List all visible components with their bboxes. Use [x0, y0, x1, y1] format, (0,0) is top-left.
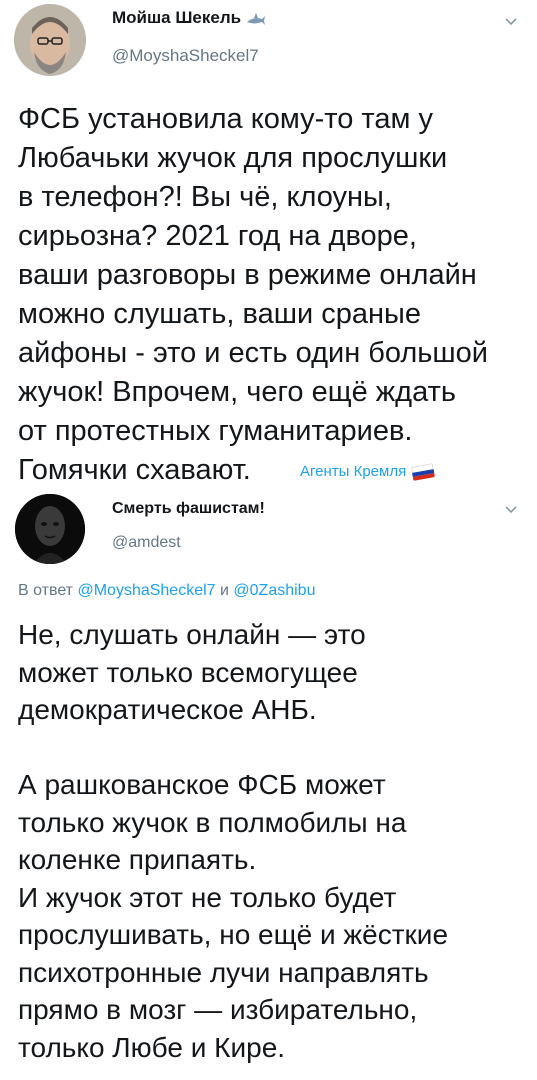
reply-context: В ответ @MoyshaSheckel7 и @0Zashibu — [18, 582, 315, 600]
chevron-down-icon[interactable] — [503, 502, 519, 518]
avatar[interactable] — [14, 4, 86, 76]
reply-user-link[interactable]: @0Zashibu — [233, 582, 315, 599]
russia-flag-icon — [411, 462, 436, 481]
tweet-text: ФСБ установила кому-то там у Любачьки жу… — [18, 103, 488, 486]
avatar-photo — [14, 4, 86, 76]
tweet-main: Мойша Шекель @MoyshaSheckel7 ФСБ установ… — [0, 0, 537, 486]
tweet-reply: Смерть фашистам! @amdest В ответ @Moysha… — [0, 486, 537, 1080]
reply-prefix: В ответ — [18, 582, 74, 599]
author-name-text: Мойша Шекель — [112, 8, 242, 27]
author-handle[interactable]: @MoyshaSheckel7 — [112, 46, 259, 66]
avatar-photo — [15, 494, 85, 564]
reply-and: и — [220, 582, 229, 599]
tweet-source[interactable]: Агенты Кремля — [300, 462, 436, 481]
shark-icon — [241, 8, 266, 27]
chevron-down-icon[interactable] — [503, 14, 519, 30]
tweet-text: Не, слушать онлайн — это может только вс… — [18, 619, 449, 1063]
author-handle[interactable]: @amdest — [112, 534, 181, 552]
source-label: Агенты Кремля — [300, 463, 407, 480]
author-name[interactable]: Мойша Шекель — [112, 8, 266, 28]
author-name[interactable]: Смерть фашистам! — [112, 500, 265, 518]
reply-user-link[interactable]: @MoyshaSheckel7 — [77, 582, 215, 599]
avatar[interactable] — [15, 494, 85, 564]
